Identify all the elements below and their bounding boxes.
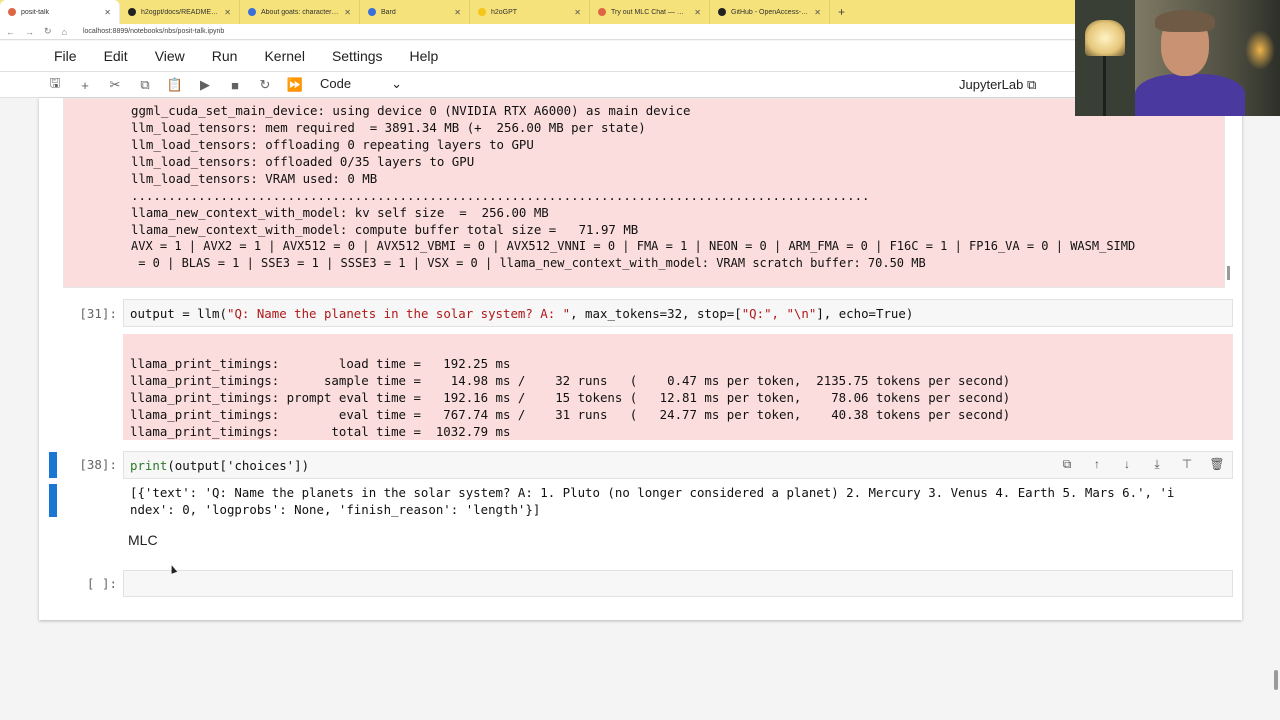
browser-tab[interactable]: GitHub - OpenAccess-AI-Coll✕ <box>710 0 830 24</box>
active-cell-indicator <box>49 452 57 478</box>
close-icon[interactable]: ✕ <box>574 8 581 17</box>
browser-tab[interactable]: About goats: characteristics &✕ <box>240 0 360 24</box>
cell-type-select[interactable]: Code ⌄ <box>320 76 402 92</box>
cell-output: llama_print_timings: load time = 192.25 … <box>123 334 1233 440</box>
cell-prompt: [ ]: <box>86 576 117 591</box>
empty-code-cell[interactable] <box>123 570 1233 597</box>
github-favicon-icon <box>128 8 136 16</box>
cell-output-line: [{'text': 'Q: Name the planets in the so… <box>130 485 1175 500</box>
duplicate-icon[interactable]: ⧉ <box>1059 457 1075 472</box>
move-up-icon[interactable]: ↑ <box>1089 457 1105 472</box>
copy-icon[interactable]: ⧉ <box>136 76 154 94</box>
browser-tab[interactable]: posit-talk ✕ <box>0 0 120 24</box>
cell-output: ggml_cuda_set_main_device: using device … <box>63 98 1225 288</box>
browser-tab[interactable]: h2ogpt/docs/README_LangChain✕ <box>120 0 240 24</box>
browser-tab[interactable]: h2oGPT ✕ <box>470 0 590 24</box>
github-favicon-icon <box>718 8 726 16</box>
menu-edit[interactable]: Edit <box>104 48 128 64</box>
notebook-panel: ggml_cuda_set_main_device: using device … <box>39 98 1242 620</box>
home-icon[interactable]: ⌂ <box>62 27 67 37</box>
output-scrollbar[interactable] <box>1227 266 1230 280</box>
cell-output-line: ndex': 0, 'logprobs': None, 'finish_reas… <box>130 502 541 517</box>
close-icon[interactable]: ✕ <box>694 8 701 17</box>
paste-icon[interactable]: 📋 <box>166 76 184 94</box>
restart-icon[interactable]: ↻ <box>256 76 274 94</box>
add-cell-icon[interactable]: + <box>76 76 94 94</box>
move-down-icon[interactable]: ↓ <box>1119 457 1135 472</box>
menu-run[interactable]: Run <box>212 48 238 64</box>
url-field[interactable]: localhost:8899/notebooks/nbs/posit-talk.… <box>83 28 224 35</box>
browser-tab[interactable]: Bard ✕ <box>360 0 470 24</box>
presenter-shirt-shape <box>1135 74 1245 116</box>
chevron-down-icon: ⌄ <box>391 76 402 91</box>
menu-file[interactable]: File <box>54 48 77 64</box>
page-scrollbar[interactable] <box>1274 670 1278 690</box>
fast-forward-icon[interactable]: ⏩ <box>286 76 304 94</box>
insert-below-icon[interactable]: ⤓ <box>1149 457 1165 472</box>
cut-icon[interactable]: ✂ <box>106 76 124 94</box>
back-icon[interactable]: ← <box>6 27 15 37</box>
close-icon[interactable]: ✕ <box>224 8 231 17</box>
lamp-shape <box>1085 20 1125 56</box>
jupyterlab-link[interactable]: JupyterLab ⧉ <box>959 77 1036 93</box>
menu-kernel[interactable]: Kernel <box>264 48 304 64</box>
close-icon[interactable]: ✕ <box>104 8 111 17</box>
web-favicon-icon <box>598 8 606 16</box>
new-tab-button[interactable]: + <box>830 5 853 19</box>
active-output-indicator <box>49 484 57 517</box>
menu-view[interactable]: View <box>155 48 185 64</box>
external-link-icon: ⧉ <box>1026 77 1037 92</box>
menu-settings[interactable]: Settings <box>332 48 383 64</box>
code-text[interactable]: print(output['choices']) <box>130 458 309 473</box>
close-icon[interactable]: ✕ <box>814 8 821 17</box>
menu-help[interactable]: Help <box>410 48 439 64</box>
cell-prompt: [38]: <box>79 457 117 472</box>
save-icon[interactable]: 🖫 <box>46 75 64 94</box>
delete-icon[interactable]: 🗑 <box>1209 457 1225 472</box>
jupyter-favicon-icon <box>8 8 16 16</box>
light-glow-shape <box>1245 30 1275 70</box>
cell-prompt: [31]: <box>79 306 117 321</box>
markdown-cell[interactable]: MLC <box>128 532 158 548</box>
lamp-pole-shape <box>1103 56 1106 116</box>
merge-icon[interactable]: ⊤ <box>1179 457 1195 472</box>
forward-icon[interactable]: → <box>25 27 34 37</box>
run-icon[interactable]: ▶ <box>196 76 214 94</box>
stop-icon[interactable]: ■ <box>226 76 244 94</box>
cell-action-icons: ⧉ ↑ ↓ ⤓ ⊤ 🗑 <box>1059 457 1225 472</box>
presenter-hair-shape <box>1155 10 1215 32</box>
webcam-overlay <box>1075 0 1280 116</box>
bard-favicon-icon <box>368 8 376 16</box>
code-text[interactable]: output = llm("Q: Name the planets in the… <box>130 306 913 321</box>
reload-icon[interactable]: ↻ <box>44 26 52 37</box>
web-favicon-icon <box>248 8 256 16</box>
code-cell[interactable]: output = llm("Q: Name the planets in the… <box>123 299 1233 327</box>
h2o-favicon-icon <box>478 8 486 16</box>
close-icon[interactable]: ✕ <box>454 8 461 17</box>
close-icon[interactable]: ✕ <box>344 8 351 17</box>
browser-tab[interactable]: Try out MLC Chat — mlc-llm 0✕ <box>590 0 710 24</box>
